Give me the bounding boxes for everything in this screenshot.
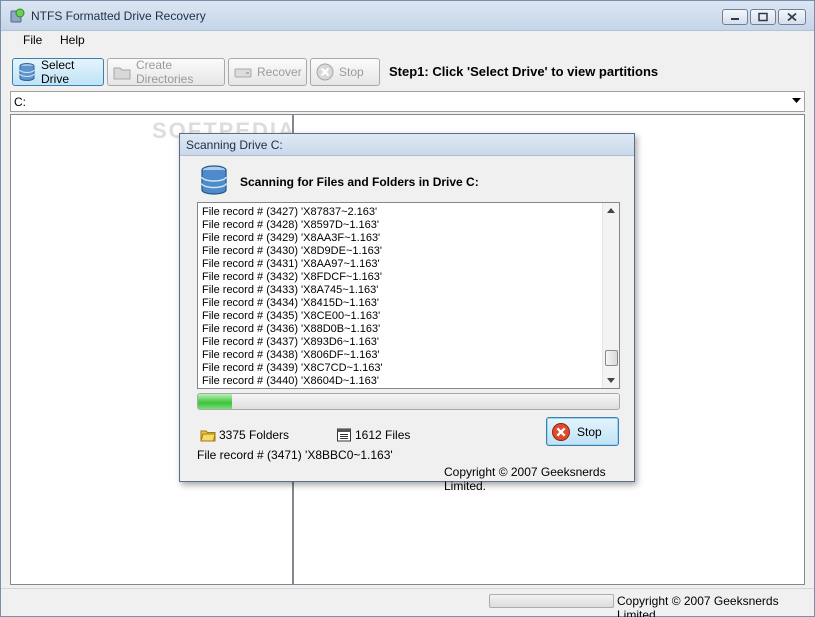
log-line: File record # (3430) 'X8D9DE~1.163' (202, 245, 382, 257)
chevron-down-icon (792, 98, 801, 103)
stop-label: Stop (339, 65, 364, 79)
log-line: File record # (3439) 'X8C7CD~1.163' (202, 362, 383, 374)
close-button[interactable] (778, 9, 806, 25)
scroll-down-icon[interactable] (607, 378, 615, 383)
scan-progress-fill (198, 394, 232, 409)
log-line: File record # (3437) 'X893D6~1.163' (202, 336, 379, 348)
log-line: File record # (3429) 'X8AA3F~1.163' (202, 232, 381, 244)
scrollbar-thumb[interactable] (605, 350, 618, 366)
drive-select-value: C: (14, 95, 26, 109)
status-bar: Copyright © 2007 Geeksnerds Limited. (1, 588, 814, 617)
stop-icon (316, 63, 334, 81)
current-file-record: File record # (3471) 'X8BBC0~1.163' (197, 448, 393, 462)
maximize-icon (758, 12, 768, 22)
folder-icon (113, 67, 131, 80)
menu-bar: File Help (1, 31, 814, 51)
log-line: File record # (3438) 'X806DF~1.163' (202, 349, 380, 361)
log-line: File record # (3433) 'X8A745~1.163' (202, 284, 379, 296)
database-icon (201, 165, 227, 195)
select-drive-label: Select Drive (41, 58, 75, 86)
window-title: NTFS Formatted Drive Recovery (31, 9, 206, 23)
folders-count-text: 3375 Folders (219, 428, 290, 442)
dialog-title: Scanning Drive C: (186, 138, 283, 152)
folder-icon (200, 430, 216, 442)
title-bar[interactable]: NTFS Formatted Drive Recovery (1, 1, 814, 31)
scan-heading: Scanning for Files and Folders in Drive … (240, 175, 479, 189)
dialog-title-bar[interactable]: Scanning Drive C: (180, 134, 634, 156)
files-count: 1612 Files (336, 427, 410, 443)
dialog-copyright: Copyright © 2007 Geeksnerds Limited. (444, 465, 606, 493)
window-controls (722, 9, 806, 25)
log-line: File record # (3427) 'X87837~2.163' (202, 206, 378, 218)
stop-button[interactable]: Stop (310, 58, 380, 86)
scroll-up-icon[interactable] (607, 208, 615, 213)
menu-help[interactable]: Help (56, 33, 89, 47)
log-line: File record # (3440) 'X8604D~1.163' (202, 375, 379, 387)
maximize-button[interactable] (750, 9, 776, 25)
log-line: File record # (3431) 'X8AA97~1.163' (202, 258, 380, 270)
menu-file[interactable]: File (19, 33, 46, 47)
files-icon (337, 428, 351, 442)
log-line: File record # (3435) 'X8CE00~1.163' (202, 310, 381, 322)
log-line: File record # (3428) 'X8597D~1.163' (202, 219, 379, 231)
close-icon (787, 12, 797, 22)
minimize-button[interactable] (722, 9, 748, 25)
toolbar: Select Drive Create Directories Recover … (1, 53, 814, 89)
status-copyright: Copyright © 2007 Geeksnerds Limited. (617, 594, 779, 617)
folders-count: 3375 Folders (200, 427, 289, 443)
stop-icon (552, 422, 570, 441)
database-icon (19, 63, 35, 81)
dialog-stop-label: Stop (577, 424, 602, 439)
create-directories-button[interactable]: Create Directories (107, 58, 225, 86)
scan-log-list[interactable]: File record # (3427) 'X87837~2.163' File … (197, 202, 620, 389)
step-instruction: Step1: Click 'Select Drive' to view part… (389, 64, 659, 79)
dialog-stop-button[interactable]: Stop (546, 417, 619, 446)
app-icon (10, 8, 25, 23)
log-line: File record # (3432) 'X8FDCF~1.163' (202, 271, 382, 283)
log-scrollbar[interactable] (602, 203, 619, 388)
select-drive-button[interactable]: Select Drive (12, 58, 104, 86)
log-line: File record # (3434) 'X8415D~1.163' (202, 297, 379, 309)
recover-label: Recover (257, 65, 302, 79)
recover-button[interactable]: Recover (228, 58, 307, 86)
scan-progress-bar (197, 393, 620, 410)
create-directories-label: Create Directories (136, 58, 194, 86)
files-count-text: 1612 Files (355, 428, 411, 442)
status-progress-bar (489, 594, 614, 608)
minimize-icon (731, 18, 739, 20)
scan-dialog: Scanning Drive C: Scanning for Files and… (179, 133, 635, 493)
drive-select[interactable]: C: (10, 91, 805, 112)
log-line: File record # (3436) 'X88D0B~1.163' (202, 323, 381, 335)
drive-icon (234, 68, 252, 78)
